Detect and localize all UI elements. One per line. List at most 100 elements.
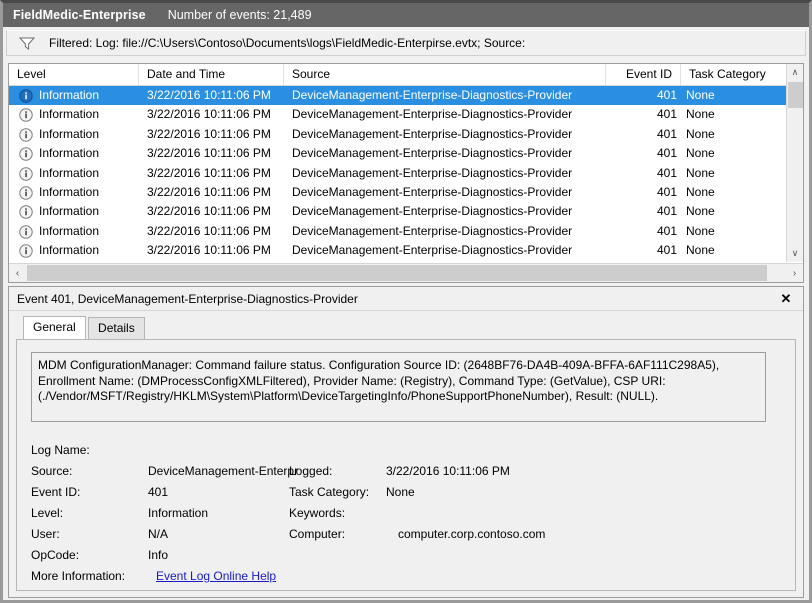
cell-date-and-time: 3/22/2016 10:11:06 PM bbox=[147, 144, 287, 163]
event-list-row[interactable]: Information3/22/2016 10:11:06 PMDeviceMa… bbox=[9, 261, 787, 262]
cell-event-id: 401 bbox=[606, 183, 677, 202]
cell-source: DeviceManagement-Enterprise-Diagnostics-… bbox=[292, 164, 606, 183]
field-row-level: Level: Information Keywords: bbox=[31, 503, 771, 524]
cell-task-category: None bbox=[686, 241, 786, 260]
field-row-source: Source: DeviceManagement-Enterpr Logged:… bbox=[31, 461, 771, 482]
information-icon bbox=[19, 89, 33, 103]
cell-level: Information bbox=[39, 202, 139, 221]
scroll-left-arrow-icon[interactable]: ‹ bbox=[9, 264, 26, 282]
event-list-row[interactable]: Information3/22/2016 10:11:06 PMDeviceMa… bbox=[9, 105, 787, 124]
event-list-row[interactable]: Information 3/22/2016 10:11:06 PM DeviceMa… bbox=[9, 202, 787, 221]
cell-date-and-time: 3/22/2016 10:11:06 PM bbox=[147, 164, 287, 183]
event-list-row[interactable]: Information3/22/2016 10:11:06 PMDeviceMa… bbox=[9, 241, 787, 260]
column-header-event-id[interactable]: Event ID bbox=[606, 64, 681, 85]
event-list-horizontal-scrollbar[interactable]: ‹ › bbox=[9, 263, 803, 282]
event-list-row[interactable]: Information3/22/2016 10:11:06 PMDeviceMa… bbox=[9, 86, 787, 105]
event-list-row[interactable]: Information3/22/2016 10:11:06 PMDeviceMa… bbox=[9, 183, 787, 202]
information-icon bbox=[19, 167, 33, 181]
cell-source: DeviceManagement-Enterprise-Diagnostics-… bbox=[292, 202, 606, 221]
cell-task-category: None bbox=[686, 222, 786, 241]
information-icon bbox=[19, 108, 33, 122]
logged-label: Logged: bbox=[289, 461, 332, 482]
field-row-opcode: OpCode: Info bbox=[31, 545, 771, 566]
event-list-vertical-scrollbar[interactable]: ∧ ∨ bbox=[786, 64, 803, 262]
cell-source: DeviceManagement-Enterprise-Diagnostics-… bbox=[292, 105, 606, 124]
detail-tabstrip: General Details bbox=[9, 316, 803, 339]
level-value: Information bbox=[148, 503, 208, 524]
cell-event-id: 401 bbox=[606, 222, 677, 241]
detail-tab-body: MDM ConfigurationManager: Command failur… bbox=[16, 339, 796, 591]
filter-bar[interactable]: Filtered: Log: file://C:\Users\Contoso\D… bbox=[6, 30, 806, 56]
log-title-bar: FieldMedic-Enterprise Number of events: … bbox=[3, 3, 809, 27]
cell-event-id: 401 bbox=[606, 125, 677, 144]
event-list-row[interactable]: Information3/22/2016 10:11:06 PMDeviceMa… bbox=[9, 125, 787, 144]
event-detail-pane: Event 401, DeviceManagement-Enterprise-D… bbox=[8, 286, 804, 598]
cell-source: DeviceManagement-Enterprise-Diagnostics-… bbox=[292, 183, 606, 202]
information-icon bbox=[19, 128, 33, 142]
field-row-event-id: Event ID: 401 Task Category: None bbox=[31, 482, 771, 503]
cell-event-id: 401 bbox=[606, 105, 677, 124]
cell-date-and-time: 3/22/2016 10:11:06 PM bbox=[147, 241, 287, 260]
column-header-level[interactable]: Level bbox=[9, 64, 139, 85]
cell-event-id: 401 bbox=[606, 202, 677, 221]
close-icon[interactable]: ✕ bbox=[777, 290, 795, 308]
cell-source: DeviceManagement-Enterprise-Diagnostics-… bbox=[292, 222, 606, 241]
cell-level: Information bbox=[39, 241, 139, 260]
computer-value: computer.corp.contoso.com bbox=[398, 524, 545, 545]
column-header-date-and-time[interactable]: Date and Time bbox=[139, 64, 284, 85]
cell-date-and-time: 3/22/2016 10:11:06 PM bbox=[147, 261, 287, 262]
cell-task-category: None bbox=[686, 183, 786, 202]
user-value: N/A bbox=[148, 524, 168, 545]
tab-details[interactable]: Details bbox=[88, 317, 145, 339]
event-detail-title-bar: Event 401, DeviceManagement-Enterprise-D… bbox=[9, 287, 803, 311]
cell-task-category: None bbox=[686, 144, 786, 163]
cell-event-id: 401 bbox=[606, 86, 677, 105]
more-information-label: More Information: bbox=[31, 566, 125, 587]
cell-level: Information bbox=[39, 222, 139, 241]
cell-source: DeviceManagement-Enterprise-Diagnostics-… bbox=[292, 86, 606, 105]
scroll-right-arrow-icon[interactable]: › bbox=[786, 264, 803, 282]
log-name-label: Log Name: bbox=[31, 440, 90, 461]
horizontal-scroll-thumb[interactable] bbox=[27, 265, 767, 281]
cell-source: DeviceManagement-Enterprise-Diagnostics-… bbox=[292, 125, 606, 144]
field-row-user: User: N/A Computer: computer.corp.contos… bbox=[31, 524, 771, 545]
cell-date-and-time: 3/22/2016 10:11:06 PM bbox=[147, 202, 287, 221]
cell-event-id: 401 bbox=[606, 241, 677, 260]
logged-value: 3/22/2016 10:11:06 PM bbox=[386, 461, 510, 482]
cell-level: Information bbox=[39, 86, 139, 105]
column-header-task-category[interactable]: Task Category bbox=[681, 64, 787, 85]
cell-task-category: None bbox=[686, 202, 786, 221]
description-line-2: Enrollment Name: (DMProcessConfigXMLFilt… bbox=[38, 374, 759, 390]
column-header-source[interactable]: Source bbox=[284, 64, 606, 85]
cell-date-and-time: 3/22/2016 10:11:06 PM bbox=[147, 222, 287, 241]
cell-level: Information bbox=[39, 125, 139, 144]
field-row-log-name: Log Name: bbox=[31, 440, 771, 461]
tab-general[interactable]: General bbox=[23, 316, 86, 339]
vertical-scroll-thumb[interactable] bbox=[788, 82, 803, 108]
event-list-row[interactable]: Information3/22/2016 10:11:06 PMDeviceMa… bbox=[9, 164, 787, 183]
event-list-pane: Level Date and Time Source Event ID Task… bbox=[8, 63, 804, 283]
opcode-label: OpCode: bbox=[31, 545, 79, 566]
event-list-row[interactable]: Information 3/22/2016 10:11:06 PM DeviceMa… bbox=[9, 222, 787, 241]
cell-level: Information bbox=[39, 183, 139, 202]
source-value: DeviceManagement-Enterpr bbox=[148, 461, 298, 482]
cell-event-id: 401 bbox=[606, 261, 677, 262]
cell-level: Information bbox=[39, 261, 139, 262]
cell-source: DeviceManagement-Enterprise-Diagnostics-… bbox=[292, 144, 606, 163]
event-list-header: Level Date and Time Source Event ID Task… bbox=[9, 64, 803, 86]
cell-task-category: None bbox=[686, 164, 786, 183]
event-count-label: Number of events: 21,489 bbox=[168, 8, 312, 22]
funnel-icon bbox=[15, 37, 39, 50]
event-list-row[interactable]: Information 3/22/2016 10:11:06 PM DeviceMa… bbox=[9, 144, 787, 163]
computer-label: Computer: bbox=[289, 524, 345, 545]
scroll-up-arrow-icon[interactable]: ∧ bbox=[787, 64, 803, 81]
information-icon bbox=[19, 205, 33, 219]
cell-level: Information bbox=[39, 144, 139, 163]
keywords-label: Keywords: bbox=[289, 503, 345, 524]
event-description-box[interactable]: MDM ConfigurationManager: Command failur… bbox=[31, 352, 766, 422]
cell-level: Information bbox=[39, 105, 139, 124]
event-list-rows[interactable]: Information 3/22/2016 10:11:06 PM DeviceMa… bbox=[9, 86, 787, 262]
cell-task-category: None bbox=[686, 86, 786, 105]
event-log-online-help-link[interactable]: Event Log Online Help bbox=[156, 566, 276, 587]
scroll-down-arrow-icon[interactable]: ∨ bbox=[787, 245, 803, 262]
